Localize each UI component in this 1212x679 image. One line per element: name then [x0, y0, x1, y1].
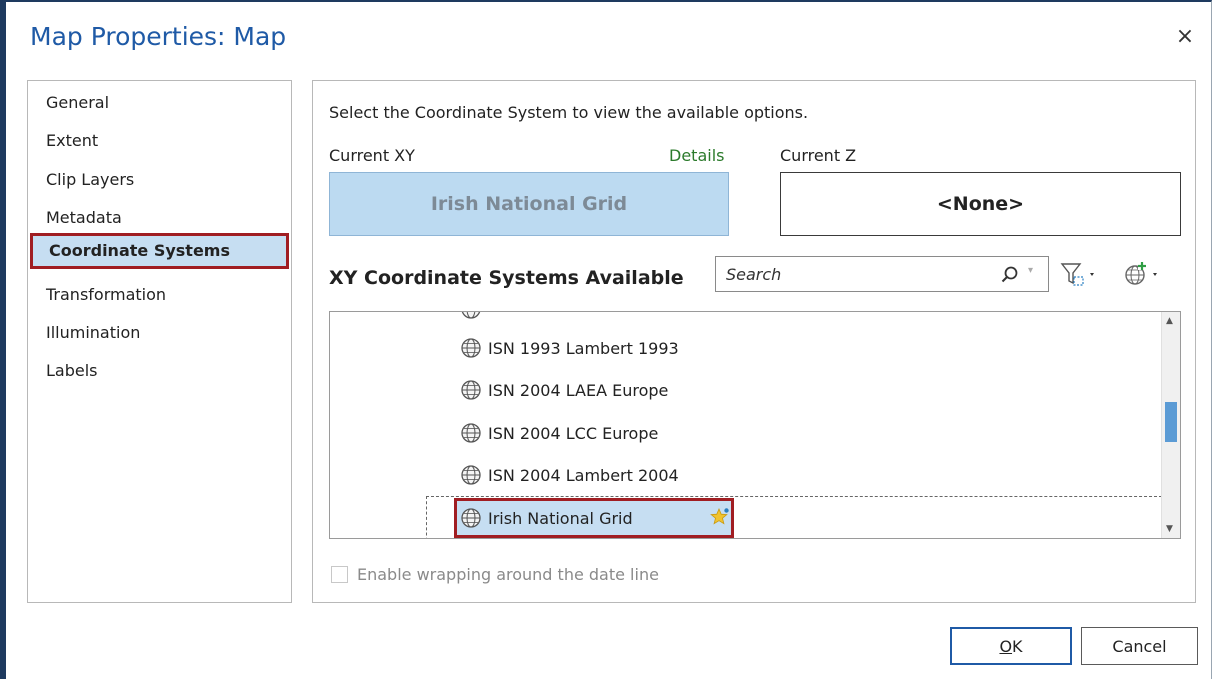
- list-item[interactable]: ISN 1993 Lambert 1993: [460, 328, 679, 368]
- close-icon[interactable]: ×: [1172, 24, 1198, 50]
- cancel-button[interactable]: Cancel: [1081, 627, 1198, 665]
- add-coordinate-system-icon[interactable]: [1119, 256, 1165, 292]
- wrap-dateline-label: Enable wrapping around the date line: [357, 565, 659, 584]
- available-heading: XY Coordinate Systems Available: [329, 267, 684, 289]
- scroll-thumb[interactable]: [1165, 402, 1177, 442]
- coordinate-system-list[interactable]: ISN 1993 Lambert 1993 ISN 2004 LAEA Euro…: [329, 311, 1181, 539]
- dialog-title: Map Properties: Map: [30, 22, 287, 51]
- coordinate-systems-panel: Select the Coordinate System to view the…: [312, 80, 1196, 603]
- list-item[interactable]: ISN 2004 LCC Europe: [460, 413, 658, 453]
- instruction-text: Select the Coordinate System to view the…: [329, 103, 809, 122]
- search-box[interactable]: ▾: [715, 256, 1049, 292]
- favorite-star-icon[interactable]: [709, 506, 731, 528]
- nav-item-transformation[interactable]: Transformation: [46, 277, 166, 313]
- ok-label-rest: K: [1012, 636, 1023, 656]
- nav-item-illumination[interactable]: Illumination: [46, 315, 140, 351]
- properties-nav: General Extent Clip Layers Metadata Coor…: [27, 80, 292, 603]
- current-z-value[interactable]: <None>: [780, 172, 1181, 236]
- globe-icon: [461, 338, 481, 358]
- current-z-label: Current Z: [780, 146, 857, 165]
- current-xy-label: Current XY: [329, 146, 415, 165]
- list-item[interactable]: ISN 2004 Lambert 2004: [460, 455, 679, 495]
- nav-item-metadata[interactable]: Metadata: [46, 200, 122, 236]
- wrap-dateline-option: Enable wrapping around the date line: [331, 565, 659, 584]
- scroll-up-icon[interactable]: ▲: [1166, 316, 1173, 326]
- list-item-label: ISN 2004 LAEA Europe: [488, 380, 669, 400]
- globe-icon: [461, 508, 481, 528]
- scroll-down-icon[interactable]: ▼: [1166, 524, 1173, 534]
- search-icon[interactable]: [1000, 265, 1020, 285]
- details-link[interactable]: Details: [669, 146, 724, 165]
- list-item-label: Irish National Grid: [488, 508, 633, 528]
- list-scrollbar[interactable]: ▲ ▼: [1161, 312, 1180, 538]
- list-item-selected[interactable]: Irish National Grid: [460, 498, 633, 538]
- ok-accelerator: O: [999, 636, 1013, 656]
- globe-icon: [461, 312, 481, 319]
- list-item-label: ISN 2004 Lambert 2004: [488, 465, 679, 485]
- ok-button[interactable]: OK: [950, 627, 1072, 665]
- list-item-label: ISN 2004 LCC Europe: [488, 423, 659, 443]
- nav-item-labels[interactable]: Labels: [46, 353, 98, 389]
- search-input[interactable]: [716, 257, 976, 291]
- current-xy-value[interactable]: Irish National Grid: [329, 172, 729, 236]
- globe-icon: [461, 380, 481, 400]
- globe-icon: [461, 423, 481, 443]
- nav-item-general[interactable]: General: [46, 85, 109, 121]
- wrap-dateline-checkbox[interactable]: [331, 566, 348, 583]
- nav-item-extent[interactable]: Extent: [46, 123, 98, 159]
- nav-item-clip-layers[interactable]: Clip Layers: [46, 162, 134, 198]
- filter-icon[interactable]: [1056, 256, 1102, 292]
- search-options-caret-icon[interactable]: ▾: [1028, 265, 1033, 276]
- list-item[interactable]: ISN 2004 LAEA Europe: [460, 370, 668, 410]
- nav-item-coordinate-systems[interactable]: Coordinate Systems: [30, 233, 289, 269]
- globe-icon: [461, 465, 481, 485]
- list-item-label: ISN 1993 Lambert 1993: [488, 338, 679, 358]
